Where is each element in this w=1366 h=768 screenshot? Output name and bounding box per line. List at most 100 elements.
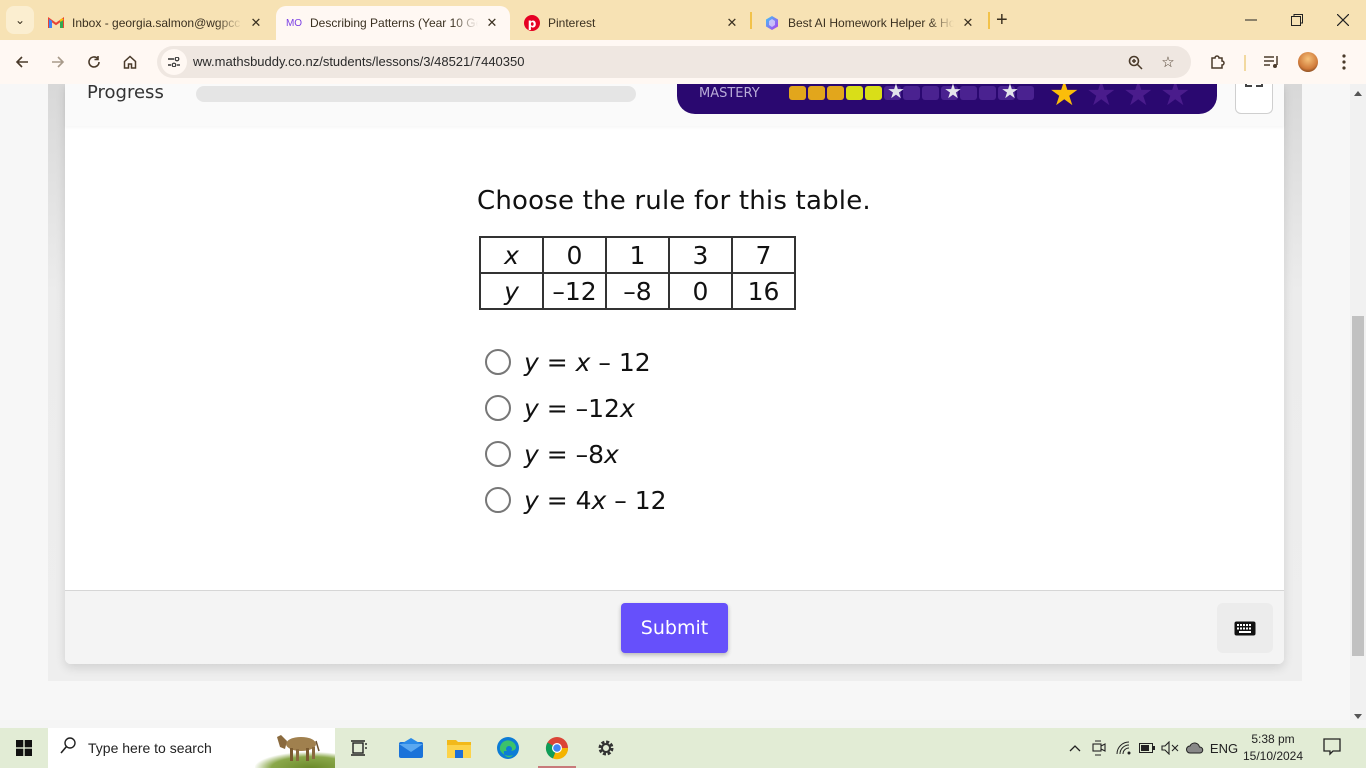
answer-option[interactable]: y = –12x (485, 385, 667, 431)
milestone-star-icon: ★ (944, 84, 962, 103)
table-cell: 16 (731, 272, 796, 310)
tab-mathsbuddy[interactable]: MO Describing Patterns (Year 10 Ge ✕ (276, 6, 510, 40)
submit-button[interactable]: Submit (621, 603, 728, 653)
close-tab-icon[interactable]: ✕ (960, 15, 976, 31)
file-explorer-button[interactable] (436, 728, 482, 768)
answer-option[interactable]: y = –8x (485, 431, 667, 477)
edge-icon (497, 737, 519, 759)
network-button[interactable] (1115, 728, 1133, 768)
settings-app-button[interactable] (583, 728, 629, 768)
radio-button[interactable] (485, 395, 511, 421)
toolbar-separator (1244, 55, 1246, 71)
edge-browser-button[interactable] (485, 728, 531, 768)
reload-button[interactable] (83, 51, 105, 73)
new-tab-button[interactable]: + (996, 10, 1008, 30)
language-indicator[interactable]: ENG (1208, 728, 1240, 768)
mastery-segment (865, 86, 882, 100)
table-cell: –12 (542, 272, 607, 310)
radio-button[interactable] (485, 349, 511, 375)
action-center-button[interactable] (1322, 737, 1344, 759)
start-button[interactable] (0, 728, 48, 768)
task-view-icon (351, 740, 367, 756)
site-info-button[interactable] (161, 49, 187, 75)
scroll-down-arrow[interactable] (1354, 714, 1362, 719)
lesson-card: Progress MASTERY ★ ★ ★ ★ ★ ★ ★ Choose the rule… (65, 84, 1284, 664)
fullscreen-button[interactable] (1235, 84, 1273, 114)
chevron-up-icon (1069, 745, 1081, 752)
star-empty-icon: ★ (1160, 84, 1191, 113)
notification-icon (1323, 738, 1341, 756)
tab-pinterest[interactable]: p Pinterest ✕ (514, 6, 750, 40)
windows-taskbar: Type here to search ENG 5:38 pm 15/10/20… (0, 728, 1366, 768)
browser-tab-strip: ⌄ Inbox - georgia.salmon@wgpcc ✕ MO Desc… (0, 0, 1366, 40)
close-window-button[interactable] (1331, 9, 1355, 31)
playlist-icon (1264, 56, 1278, 68)
profile-avatar[interactable] (1298, 52, 1318, 72)
forward-button[interactable] (47, 51, 69, 73)
star-empty-icon: ★ (1123, 84, 1154, 113)
mastery-label: MASTERY (699, 86, 760, 101)
address-bar[interactable]: ww.mathsbuddy.co.nz/students/lessons/3/4… (157, 46, 1191, 78)
gear-icon (598, 740, 614, 756)
bookmark-button[interactable]: ☆ (1158, 52, 1178, 72)
answer-option[interactable]: y = x – 12 (485, 339, 667, 385)
mastery-segment (960, 86, 977, 100)
minimize-button[interactable] (1239, 9, 1263, 31)
keyboard-toggle-button[interactable] (1217, 603, 1273, 653)
ai-helper-icon (764, 15, 780, 31)
scroll-up-arrow[interactable] (1354, 91, 1362, 96)
expand-icon-corner (1256, 84, 1263, 87)
milestone-star-icon: ★ (1001, 84, 1019, 103)
close-tab-icon[interactable]: ✕ (248, 15, 264, 31)
table-cell: –8 (605, 272, 670, 310)
option-label: y = –8x (524, 439, 619, 469)
tab-separator (750, 12, 752, 29)
milestone-star-icon: ★ (887, 84, 905, 103)
pinterest-icon: p (524, 15, 540, 31)
url-text[interactable]: ww.mathsbuddy.co.nz/students/lessons/3/4… (193, 54, 524, 69)
answer-option[interactable]: y = 4x – 12 (485, 477, 667, 523)
page-scrollbar[interactable] (1350, 84, 1366, 720)
battery-button[interactable] (1138, 728, 1156, 768)
mastery-segment (1017, 86, 1034, 100)
gmail-icon (48, 15, 64, 31)
mastery-segment (827, 86, 844, 100)
arrow-right-icon (52, 56, 65, 68)
mastery-bar: MASTERY ★ ★ ★ ★ ★ ★ ★ (677, 84, 1217, 114)
radio-button[interactable] (485, 441, 511, 467)
mathsbuddy-icon: MO (285, 17, 303, 29)
restore-button[interactable] (1285, 9, 1309, 31)
media-control-button[interactable] (1261, 51, 1283, 73)
radio-button[interactable] (485, 487, 511, 513)
close-tab-icon[interactable]: ✕ (484, 15, 500, 31)
tab-search-button[interactable]: ⌄ (6, 6, 34, 34)
progress-label: Progress (87, 84, 164, 103)
volume-button[interactable] (1160, 728, 1180, 768)
mastery-segment (789, 86, 806, 100)
keyboard-icon (1234, 621, 1256, 635)
chrome-browser-button[interactable] (534, 728, 580, 768)
back-button[interactable] (11, 51, 33, 73)
mail-app-button[interactable] (388, 728, 434, 768)
chrome-menu-button[interactable] (1333, 51, 1355, 73)
zoom-indicator-button[interactable] (1125, 52, 1145, 72)
option-label: y = –12x (524, 393, 635, 423)
progress-bar (196, 86, 636, 102)
meet-now-button[interactable] (1090, 728, 1108, 768)
tab-gmail[interactable]: Inbox - georgia.salmon@wgpcc ✕ (38, 6, 274, 40)
show-hidden-icons-button[interactable] (1066, 728, 1084, 768)
tab-ai-helper[interactable]: Best AI Homework Helper & Ho ✕ (754, 6, 986, 40)
task-view-button[interactable] (337, 728, 383, 768)
scrollbar-thumb[interactable] (1352, 316, 1364, 656)
home-button[interactable] (119, 51, 141, 73)
system-clock[interactable]: 5:38 pm 15/10/2024 (1240, 731, 1306, 765)
more-vertical-icon (1342, 54, 1346, 70)
taskbar-search-box[interactable]: Type here to search (48, 728, 335, 768)
mastery-segment (922, 86, 939, 100)
extensions-button[interactable] (1207, 51, 1229, 73)
mastery-segment (979, 86, 996, 100)
close-tab-icon[interactable]: ✕ (724, 15, 740, 31)
onedrive-button[interactable] (1185, 728, 1205, 768)
mastery-segment (846, 86, 863, 100)
camera-icon (1092, 740, 1106, 756)
